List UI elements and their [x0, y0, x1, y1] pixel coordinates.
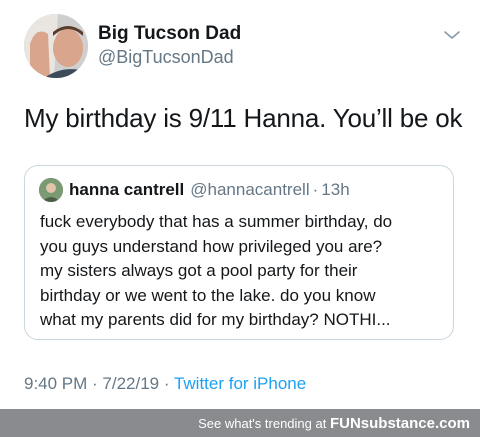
- quoted-text: fuck everybody that has a summer birthda…: [40, 210, 450, 333]
- quoted-text-line: birthday or we went to the lake. do you …: [40, 285, 376, 305]
- quoted-text-line: you guys understand how privileged you a…: [40, 236, 383, 256]
- author-handle[interactable]: @BigTucsonDad: [98, 47, 234, 68]
- chevron-down-icon[interactable]: [443, 29, 461, 41]
- quoted-text-line: my sisters always got a pool party for t…: [40, 261, 358, 280]
- quoted-tweet[interactable]: hanna cantrell @hannacantrell · 13h fuck ev…: [24, 165, 454, 340]
- watermark-brand: FUNsubstance.com: [329, 415, 470, 432]
- quoted-author-name: hanna cantrell: [69, 180, 185, 199]
- author-name[interactable]: Big Tucson Dad: [98, 23, 241, 45]
- tweet-meta: 9:40 PM · 7/22/19 · Twitter for iPhone: [24, 374, 306, 394]
- tweet-timestamp[interactable]: 9:40 PM · 7/22/19 ·: [24, 374, 174, 393]
- quoted-separator: ·: [312, 180, 319, 199]
- quoted-text-line: what my parents did for my birthday? NOT…: [40, 310, 391, 329]
- quoted-author-handle: @hannacantrell: [190, 180, 310, 199]
- quoted-author-avatar: [39, 178, 63, 202]
- watermark-text: See what's trending at FUNsubstance.com: [198, 415, 470, 432]
- quoted-header: hanna cantrell @hannacantrell · 13h: [69, 180, 350, 200]
- quoted-age: 13h: [321, 180, 350, 199]
- author-avatar[interactable]: [24, 14, 88, 78]
- tweet-text: My birthday is 9/11 Hanna. You’ll be ok: [24, 103, 463, 133]
- quoted-text-line: fuck everybody that has a summer birthda…: [40, 212, 393, 231]
- watermark-banner: See what's trending at FUNsubstance.com: [0, 409, 480, 437]
- watermark-prefix: See what's trending at: [198, 416, 330, 431]
- tweet-source-link[interactable]: Twitter for iPhone: [174, 374, 306, 393]
